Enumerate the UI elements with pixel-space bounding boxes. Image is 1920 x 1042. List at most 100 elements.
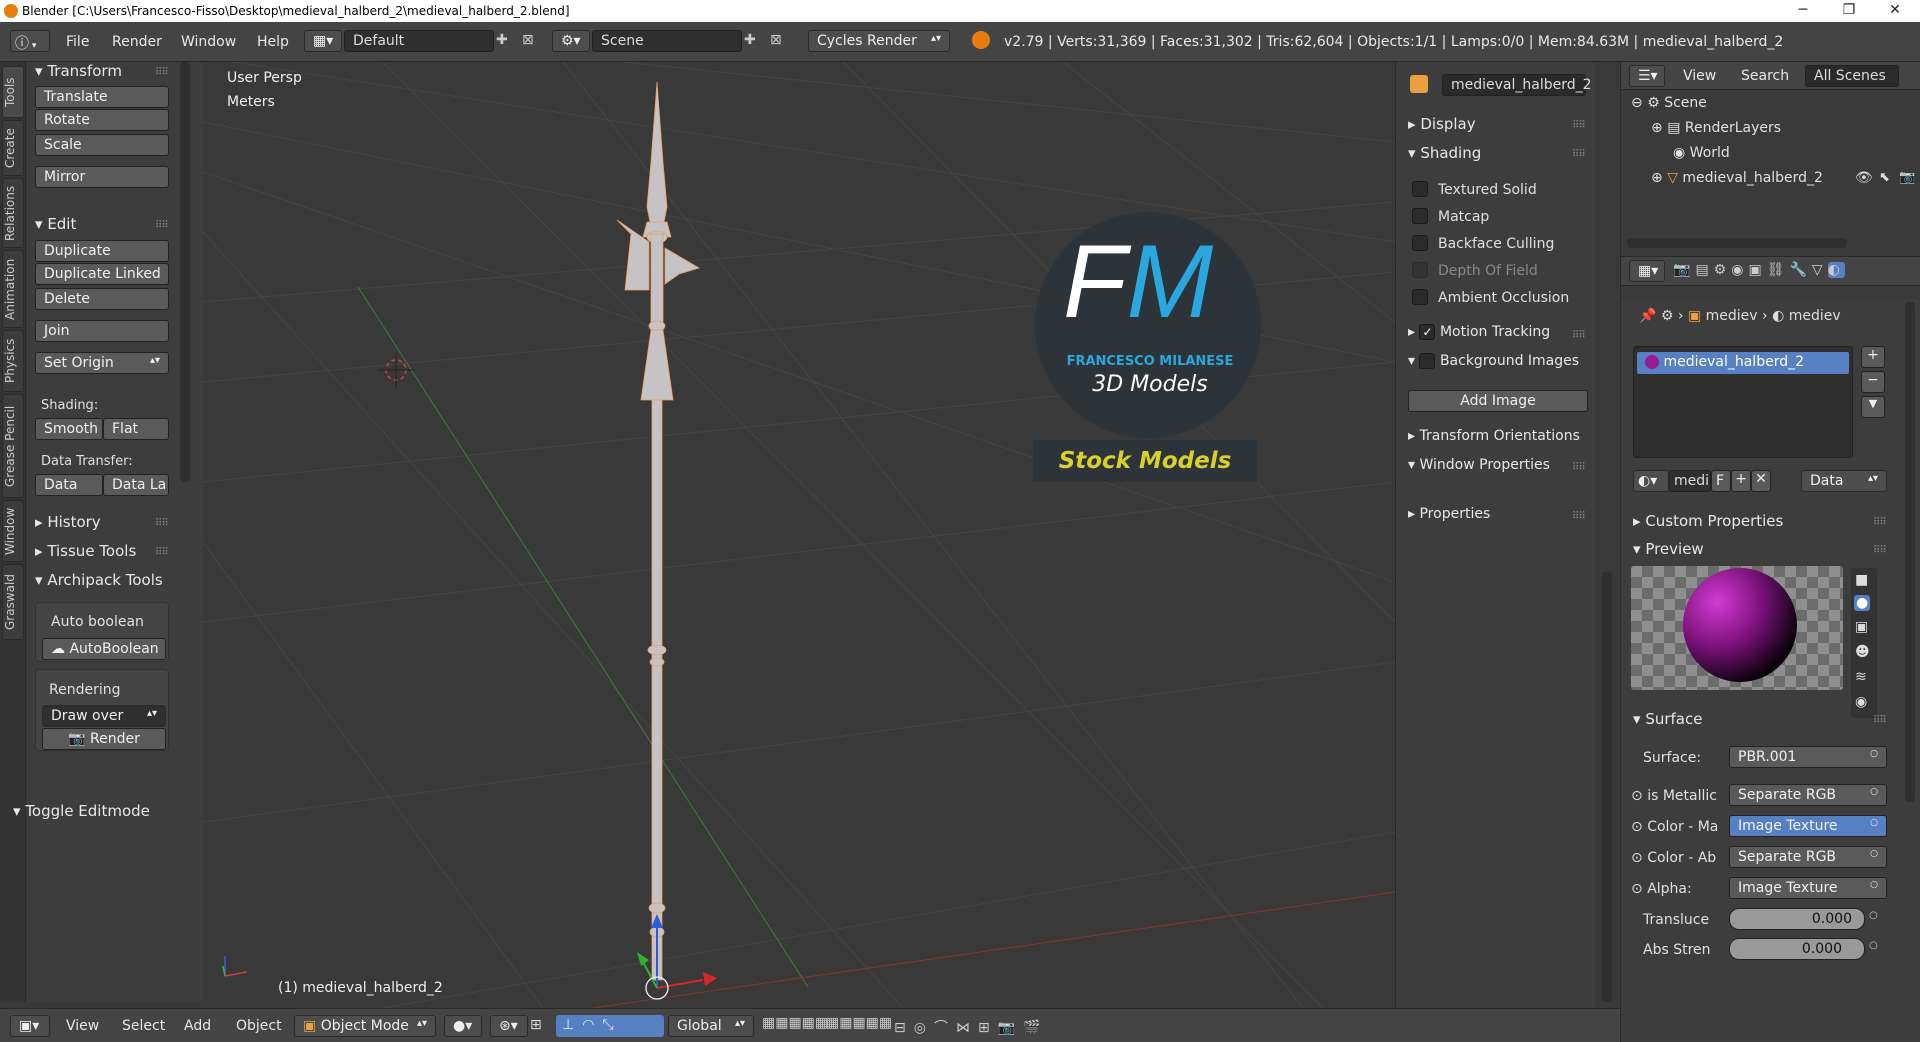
panel-grip-icon[interactable]: ⠿⠿ [1873, 545, 1887, 556]
outliner-row-renderlayers[interactable]: ⊕ ▤ RenderLayers [1651, 120, 1781, 136]
history-panel-header[interactable]: ▸ History [35, 513, 101, 531]
background-images-panel-header[interactable]: ▾ Background Images [1408, 353, 1594, 369]
custom-properties-panel-header[interactable]: ▸ Custom Properties [1633, 512, 1783, 530]
menu-help[interactable]: Help [257, 34, 289, 50]
3d-viewport[interactable]: User Persp Meters (1) medieval_halberd_2… [203, 62, 1395, 1008]
shade-smooth-button[interactable]: Smooth [35, 418, 103, 440]
object-name-field[interactable]: medieval_halberd_2 [1442, 74, 1592, 96]
panel-grip-icon[interactable]: ⠿⠿ [155, 547, 169, 558]
preview-world-icon[interactable]: ◉ [1855, 694, 1867, 710]
matcap-checkbox[interactable] [1412, 208, 1428, 224]
tab-tools[interactable]: Tools [2, 66, 24, 118]
properties-panel-header[interactable]: ▸ Properties [1408, 506, 1490, 522]
lock-layers-icon[interactable]: ⊟ [894, 1020, 914, 1036]
scale-button[interactable]: Scale [35, 134, 169, 156]
snap-element-icon[interactable]: ⊞ [978, 1020, 998, 1036]
pivot-point-select[interactable]: ⊛▾ [490, 1015, 528, 1037]
delete-button[interactable]: Delete [35, 288, 169, 310]
scene-tab-icon[interactable]: ⚙ [1714, 262, 1732, 278]
outliner-row-scene[interactable]: ⊖ ⚙ Scene [1631, 95, 1707, 111]
visibility-eye-icon[interactable]: 👁 [1855, 170, 1873, 186]
remove-material-slot-button[interactable]: − [1861, 371, 1885, 393]
display-panel-header[interactable]: ▸ Display [1408, 115, 1476, 133]
auto-boolean-button[interactable]: ☁ AutoBoolean [42, 638, 166, 660]
preview-flat-icon[interactable]: ■ [1855, 572, 1868, 588]
duplicate-button[interactable]: Duplicate [35, 240, 169, 262]
surface-panel-header[interactable]: ▾ Surface [1633, 710, 1702, 728]
object-menu[interactable]: Object [236, 1018, 282, 1034]
ambient-occlusion-checkbox[interactable] [1412, 289, 1428, 305]
tab-window[interactable]: Window [2, 500, 24, 562]
rotate-manipulator-icon[interactable]: ◠ [582, 1017, 602, 1033]
backface-culling-checkbox[interactable] [1412, 235, 1428, 251]
join-button[interactable]: Join [35, 320, 169, 342]
fake-user-button[interactable]: F [1711, 470, 1731, 492]
translucence-slider[interactable]: 0.000 [1729, 908, 1865, 930]
world-tab-icon[interactable]: ◉ [1731, 262, 1748, 278]
add-image-button[interactable]: Add Image [1408, 390, 1588, 412]
viewport-shading-select[interactable]: ●▾ [444, 1015, 482, 1037]
tab-relations[interactable]: Relations [2, 178, 24, 248]
layers-grid-left[interactable]: ▦▦▦▦▦ [762, 1015, 828, 1037]
opengl-animation-icon[interactable]: 🎬 [1023, 1020, 1048, 1036]
properties-scrollbar[interactable] [1905, 302, 1915, 802]
panel-grip-icon[interactable]: ⠿⠿ [155, 518, 169, 529]
material-slot-item[interactable]: medieval_halberd_2 [1637, 352, 1849, 374]
select-menu[interactable]: Select [122, 1018, 165, 1034]
set-origin-select[interactable]: Set Origin ▴▾ [35, 352, 169, 374]
duplicate-linked-button[interactable]: Duplicate Linked [35, 263, 169, 285]
tab-create[interactable]: Create [2, 120, 24, 176]
maximize-button[interactable]: ❐ [1826, 0, 1872, 22]
selectable-cursor-icon[interactable]: ⬉ [1879, 170, 1890, 185]
transform-panel-header[interactable]: ▾ Transform [35, 62, 122, 80]
falloff-icon[interactable]: ⌒ [934, 1020, 956, 1036]
tab-animation[interactable]: Animation [2, 250, 24, 328]
panel-grip-icon[interactable]: ⠿⠿ [1572, 120, 1586, 131]
remove-scene-icon[interactable]: ⊠ [770, 32, 782, 48]
color-ab-input-select[interactable]: Separate RGB ○ [1729, 846, 1887, 868]
preview-hair-icon[interactable]: ≋ [1855, 669, 1867, 685]
preview-monkey-icon[interactable]: ☻ [1855, 644, 1870, 660]
pin-icon[interactable]: 📌 [1639, 308, 1656, 324]
unlink-material-button[interactable]: ✕ [1751, 470, 1771, 492]
material-name-field[interactable]: medi [1669, 470, 1711, 492]
panel-grip-icon[interactable]: ⠿⠿ [155, 67, 169, 78]
3d-cursor-icon[interactable] [378, 352, 414, 388]
panel-grip-icon[interactable]: ⠿⠿ [1572, 149, 1586, 160]
add-scene-icon[interactable]: ✚ [744, 32, 756, 48]
preview-panel-header[interactable]: ▾ Preview [1633, 540, 1704, 558]
menu-window[interactable]: Window [181, 34, 236, 50]
data-transfer-button[interactable]: Data [35, 474, 103, 496]
tab-physics[interactable]: Physics [2, 330, 24, 392]
panel-grip-icon[interactable]: ⠿⠿ [1572, 462, 1586, 473]
render-tab-icon[interactable]: 📷 [1673, 262, 1695, 278]
snap-icon[interactable]: ⋈ [956, 1020, 978, 1036]
screen-layout-icon[interactable]: ▦▾ [304, 30, 342, 52]
manipulator-toggle-icon[interactable]: ⊞ [530, 1017, 542, 1033]
background-images-checkbox[interactable] [1419, 353, 1436, 369]
editor-type-button[interactable]: ⓘ ▾ [10, 30, 50, 52]
outliner-display-mode-select[interactable]: All Scenes [1805, 65, 1899, 87]
motion-tracking-panel-header[interactable]: ▸ ✓ Motion Tracking [1408, 324, 1550, 340]
opengl-render-icon[interactable]: 📷 [998, 1020, 1023, 1036]
halberd-model[interactable] [616, 81, 700, 981]
interaction-mode-select[interactable]: ▣ Object Mode ▴▾ [294, 1015, 436, 1037]
material-tab-icon[interactable]: ◐ [1827, 262, 1845, 278]
color-ma-input-select[interactable]: Image Texture ○ [1729, 815, 1887, 837]
layers-grid-right[interactable]: ▦▦▦▦▦ [826, 1015, 892, 1037]
viewport-editor-type-button[interactable]: ▣▾ [10, 1015, 50, 1037]
add-material-slot-button[interactable]: + [1861, 346, 1885, 368]
outliner-row-world[interactable]: ◉ World [1673, 145, 1730, 161]
menu-file[interactable]: File [66, 34, 89, 50]
transform-orientation-select[interactable]: Global ▴▾ [668, 1015, 754, 1037]
layout-name-field[interactable]: Default [344, 30, 494, 52]
outliner-editor-type-button[interactable]: ☰▾ [1629, 65, 1665, 87]
outliner-hscrollbar[interactable] [1627, 238, 1847, 248]
window-properties-panel-header[interactable]: ▾ Window Properties [1408, 457, 1550, 473]
remove-layout-icon[interactable]: ⊠ [522, 32, 534, 48]
layers-tab-icon[interactable]: ▤ [1695, 262, 1713, 278]
render-button[interactable]: 📷 Render [42, 728, 166, 750]
menu-render[interactable]: Render [112, 34, 162, 50]
add-menu[interactable]: Add [184, 1018, 211, 1034]
material-specials-button[interactable]: ▼ [1861, 396, 1885, 418]
